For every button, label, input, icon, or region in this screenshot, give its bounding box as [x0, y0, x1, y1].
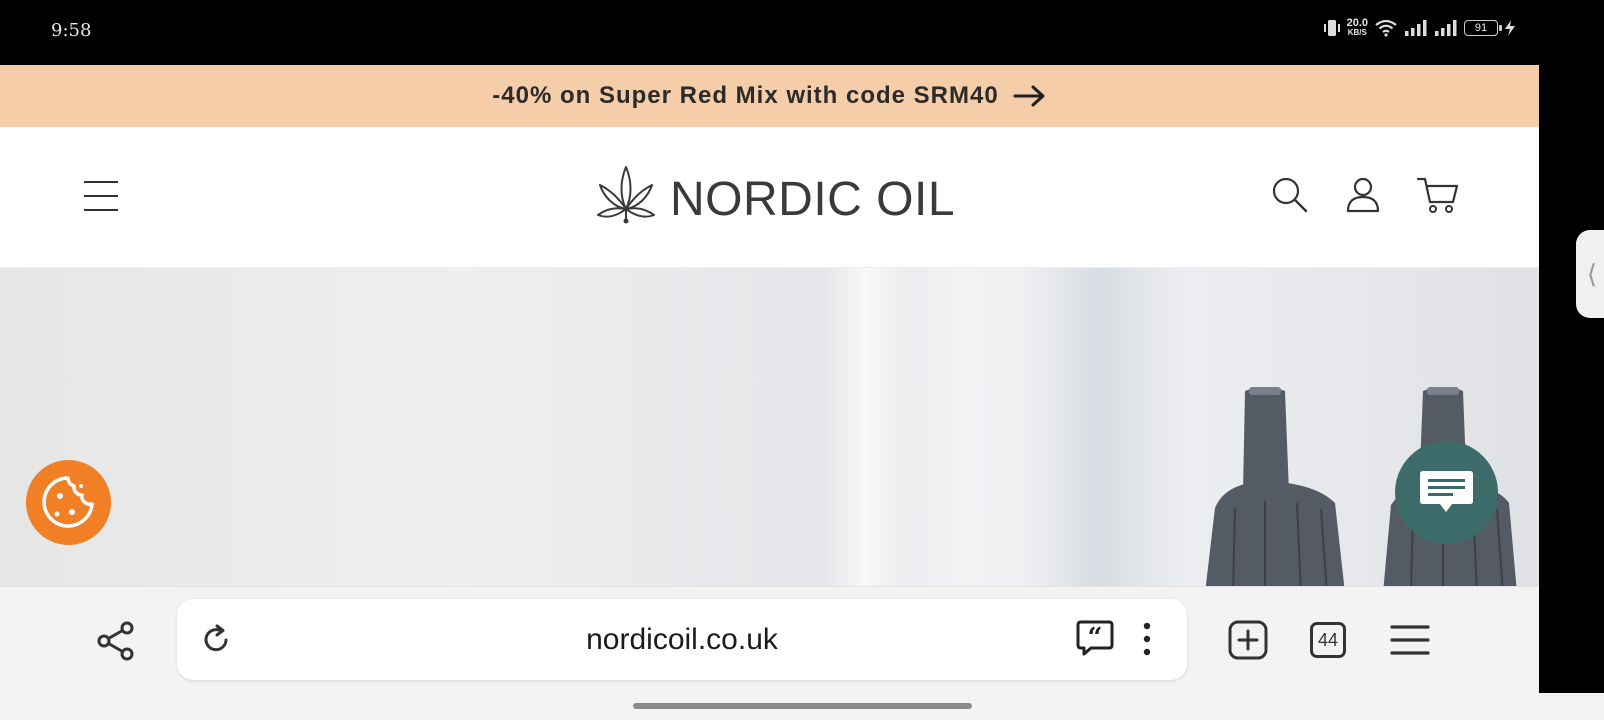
cart-icon[interactable] — [1416, 175, 1460, 215]
charging-icon — [1505, 20, 1515, 36]
new-tab-icon[interactable] — [1228, 620, 1268, 660]
more-icon[interactable] — [1141, 621, 1153, 657]
logo-text[interactable]: NORDIC OIL — [670, 172, 955, 227]
status-time: 9:58 — [51, 20, 92, 41]
system-gutter — [1539, 65, 1604, 693]
browser-menu-icon[interactable] — [1390, 624, 1430, 656]
browser-toolbar: nordicoil.co.uk “ 44 — [0, 586, 1539, 693]
battery-icon: 91 — [1464, 20, 1502, 36]
tab-count-value[interactable]: 44 — [1318, 630, 1338, 651]
quote-icon[interactable]: “ — [1075, 619, 1115, 657]
net-speed: 20.0 KB/S — [1347, 18, 1368, 38]
svg-text:“: “ — [1088, 623, 1103, 653]
net-speed-unit: KB/S — [1347, 28, 1367, 37]
vibrate-icon — [1323, 20, 1340, 36]
logo[interactable]: NORDIC OIL — [594, 163, 955, 227]
wifi-icon — [1375, 19, 1397, 37]
tabs-icon[interactable]: 44 — [1310, 622, 1346, 658]
promo-text[interactable]: -40% on Super Red Mix with code SRM40 — [492, 82, 998, 110]
status-bar: 9:58 20.0 KB/S 91 — [0, 0, 1604, 65]
address-bar[interactable]: nordicoil.co.uk “ — [177, 599, 1187, 680]
status-icons: 20.0 KB/S 91 — [1323, 18, 1516, 38]
url-text[interactable]: nordicoil.co.uk — [177, 623, 1187, 657]
chat-button[interactable] — [1395, 441, 1498, 544]
hero-image — [0, 268, 1539, 586]
menu-icon[interactable] — [84, 181, 118, 215]
hero-shadow-streak — [1020, 268, 1180, 586]
promo-banner[interactable]: -40% on Super Red Mix with code SRM40 — [0, 65, 1539, 127]
cookie-icon[interactable] — [26, 460, 111, 545]
battery-level: 91 — [1474, 22, 1488, 34]
gesture-bar[interactable] — [633, 703, 972, 709]
arrow-right-icon[interactable] — [1013, 84, 1047, 108]
side-panel-handle[interactable]: ⟨ — [1576, 230, 1604, 318]
leaf-logo-icon[interactable] — [594, 163, 658, 227]
account-icon[interactable] — [1343, 175, 1383, 215]
gesture-area — [0, 693, 1604, 720]
search-icon[interactable] — [1270, 175, 1310, 215]
web-page: -40% on Super Red Mix with code SRM40 NO — [0, 65, 1539, 693]
site-header: NORDIC OIL — [0, 127, 1539, 268]
signal-icon — [1435, 20, 1457, 36]
share-icon[interactable] — [96, 621, 136, 661]
cookie-settings-button[interactable] — [26, 460, 111, 545]
chat-icon[interactable] — [1395, 441, 1498, 544]
hero-light-streak — [820, 268, 910, 586]
signal-icon — [1405, 20, 1427, 36]
